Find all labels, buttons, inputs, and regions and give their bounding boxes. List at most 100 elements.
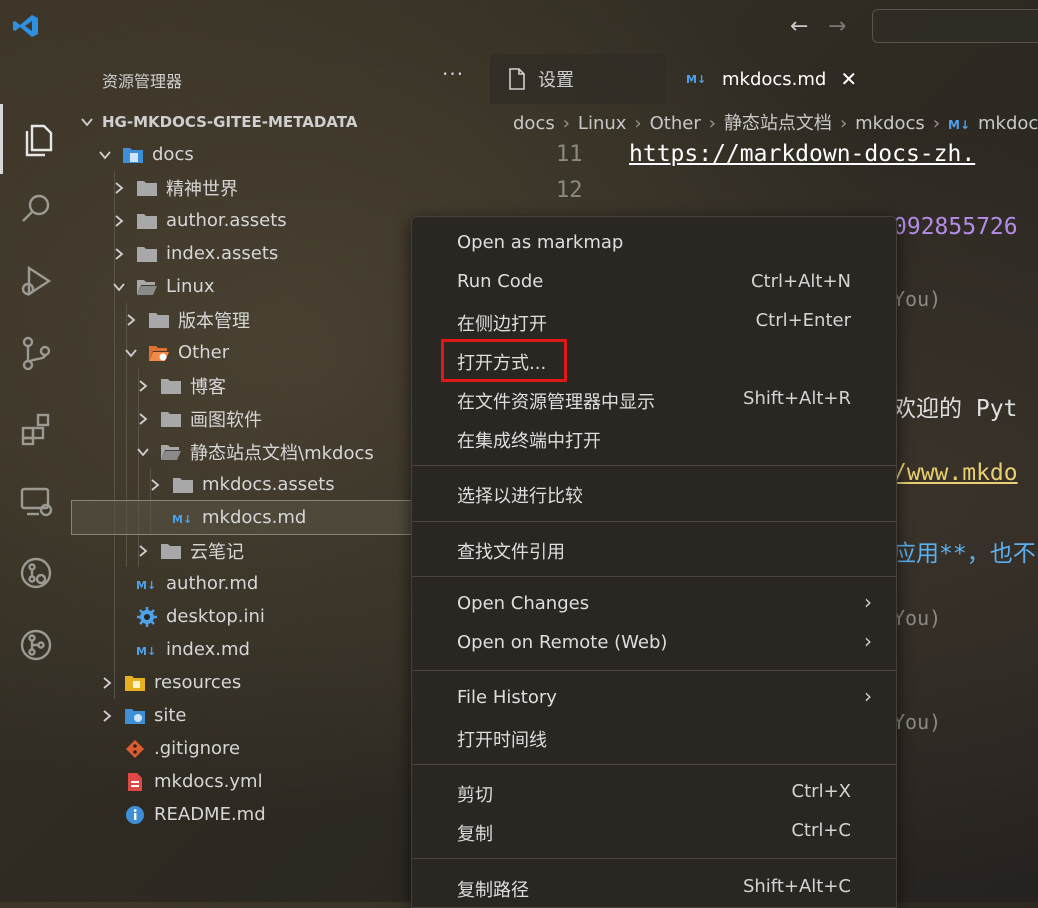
chevron-right-icon <box>151 478 160 491</box>
tree-file[interactable]: desktop.ini <box>72 600 464 633</box>
chevron-right-icon <box>103 709 112 722</box>
menu-item-shortcut: Ctrl+C <box>791 820 851 841</box>
breadcrumb-item[interactable]: mkdocs <box>855 113 925 134</box>
resources-folder-icon <box>125 675 145 691</box>
line-number: 12 <box>556 178 583 203</box>
gitlens-icon[interactable] <box>0 610 72 680</box>
explorer-icon[interactable] <box>0 104 72 174</box>
chevron-right-icon <box>115 181 124 194</box>
folder-icon <box>161 543 181 559</box>
chevron-right-icon <box>103 676 112 689</box>
breadcrumb: docs › Linux › Other › 静态站点文档 › mkdocs › M↓ mkdocs.… <box>513 109 1038 135</box>
run-debug-icon[interactable] <box>0 246 72 316</box>
tree-file[interactable]: README.md <box>72 798 452 831</box>
menu-item-file-history[interactable]: File History › <box>412 680 896 716</box>
extensions-icon[interactable] <box>0 394 72 464</box>
svg-text:M↓: M↓ <box>136 579 156 592</box>
tree-folder[interactable]: resources <box>72 666 438 699</box>
chevron-down-icon <box>137 447 149 456</box>
menu-separator <box>412 576 896 577</box>
source-control-icon[interactable] <box>0 318 72 388</box>
chevron-right-icon: › <box>562 113 570 134</box>
root-label: HG-MKDOCS-GITEE-METADATA <box>102 112 358 131</box>
tree-folder[interactable]: index.assets <box>72 237 450 270</box>
menu-item-open-timeline[interactable]: 打开时间线 <box>412 719 896 755</box>
menu-item-label: 复制路径 <box>457 880 529 901</box>
tree-label: site <box>154 705 187 726</box>
breadcrumb-item[interactable]: Linux <box>578 113 627 134</box>
code-fragment: 应用**，也不 <box>893 541 1036 567</box>
menu-item-copy[interactable]: 复制 Ctrl+C <box>412 813 896 849</box>
menu-item-find-file-references[interactable]: 查找文件引用 <box>412 531 896 567</box>
remote-explorer-icon[interactable] <box>0 466 72 536</box>
breadcrumb-item[interactable]: mkdocs.md <box>978 113 1038 134</box>
close-icon[interactable]: ✕ <box>840 67 857 91</box>
chevron-right-icon: › <box>839 113 848 134</box>
tree-file[interactable]: M↓ index.md <box>72 633 464 666</box>
menu-item-label: Open as markmap <box>457 232 624 253</box>
tree-folder-docs[interactable]: docs <box>72 138 436 171</box>
highlight-annotation-box <box>441 339 567 382</box>
more-actions-icon[interactable]: ··· <box>442 62 464 86</box>
editor-tabs: 设置 M↓ mkdocs.md ✕ <box>490 52 1038 106</box>
tab-settings[interactable]: 设置 <box>490 54 666 104</box>
chevron-right-icon <box>139 544 148 557</box>
tree-folder-linux[interactable]: Linux <box>72 270 450 303</box>
chevron-right-icon: › <box>932 113 941 134</box>
markdown-icon: M↓ <box>686 73 706 86</box>
git-history-icon[interactable] <box>0 538 72 608</box>
tree-file[interactable]: .gitignore <box>72 732 452 765</box>
tree-folder[interactable]: site <box>72 699 438 732</box>
code-fragment: 092855726 <box>893 214 1018 240</box>
arrow-right-icon[interactable]: → <box>828 14 846 39</box>
gear-icon <box>137 606 157 627</box>
search-icon[interactable] <box>0 174 72 244</box>
menu-item-cut[interactable]: 剪切 Ctrl+X <box>412 774 896 810</box>
tab-mkdocs-md[interactable]: M↓ mkdocs.md ✕ <box>668 54 858 104</box>
menu-item-select-for-compare[interactable]: 选择以进行比较 <box>412 475 896 511</box>
menu-item-shortcut: Ctrl+Enter <box>755 310 851 331</box>
menu-item-open-on-remote[interactable]: Open on Remote (Web) › <box>412 625 896 661</box>
menu-item-shortcut: Shift+Alt+R <box>743 388 851 409</box>
markdown-icon: M↓ <box>172 513 192 526</box>
menu-item-copy-path[interactable]: 复制路径 Shift+Alt+C <box>412 869 896 905</box>
tree-label: Linux <box>166 276 215 297</box>
code-fragment: You) <box>893 606 942 630</box>
folder-icon <box>173 477 193 493</box>
tree-folder[interactable]: 精神世界 <box>72 171 450 204</box>
tree-folder[interactable]: author.assets <box>72 204 450 237</box>
tree-label: .gitignore <box>154 738 241 759</box>
docs-folder-icon <box>123 147 143 163</box>
site-folder-icon <box>125 708 145 724</box>
menu-item-reveal-in-explorer[interactable]: 在文件资源管理器中显示 Shift+Alt+R <box>412 381 896 417</box>
menu-separator <box>412 670 896 671</box>
tree-label: mkdocs.md <box>202 507 307 528</box>
code-fragment: You) <box>893 710 942 734</box>
command-center-search[interactable] <box>872 9 1038 43</box>
tree-file[interactable]: mkdocs.yml <box>72 765 452 798</box>
menu-item-label: 查找文件引用 <box>457 542 565 563</box>
menu-separator <box>412 465 896 466</box>
markdown-icon: M↓ <box>136 645 156 658</box>
menu-item-label: 剪切 <box>457 785 493 806</box>
menu-separator <box>412 521 896 522</box>
breadcrumb-item[interactable]: Other <box>650 113 701 134</box>
workspace-root[interactable]: HG-MKDOCS-GITEE-METADATA <box>72 105 410 138</box>
tree-label: 云笔记 <box>190 541 244 563</box>
tree-folder-other[interactable]: Other <box>72 336 462 369</box>
menu-item-run-code[interactable]: Run Code Ctrl+Alt+N <box>412 264 896 300</box>
menu-item-label: 在文件资源管理器中显示 <box>457 392 655 413</box>
tree-label: 精神世界 <box>166 178 238 200</box>
svg-text:M↓: M↓ <box>172 513 192 526</box>
menu-item-open-to-side[interactable]: 在侧边打开 Ctrl+Enter <box>412 303 896 339</box>
breadcrumb-item[interactable]: docs <box>513 113 555 134</box>
menu-item-open-changes[interactable]: Open Changes › <box>412 586 896 622</box>
tree-folder[interactable]: 版本管理 <box>72 303 462 336</box>
breadcrumb-item[interactable]: 静态站点文档 <box>724 113 832 134</box>
arrow-left-icon[interactable]: ← <box>790 14 808 39</box>
svg-text:M↓: M↓ <box>136 645 156 658</box>
menu-item-open-as-markmap[interactable]: Open as markmap <box>412 225 896 261</box>
tree-file[interactable]: M↓ author.md <box>72 567 464 600</box>
menu-item-open-in-terminal[interactable]: 在集成终端中打开 <box>412 420 896 456</box>
tree-label: author.md <box>166 573 259 594</box>
